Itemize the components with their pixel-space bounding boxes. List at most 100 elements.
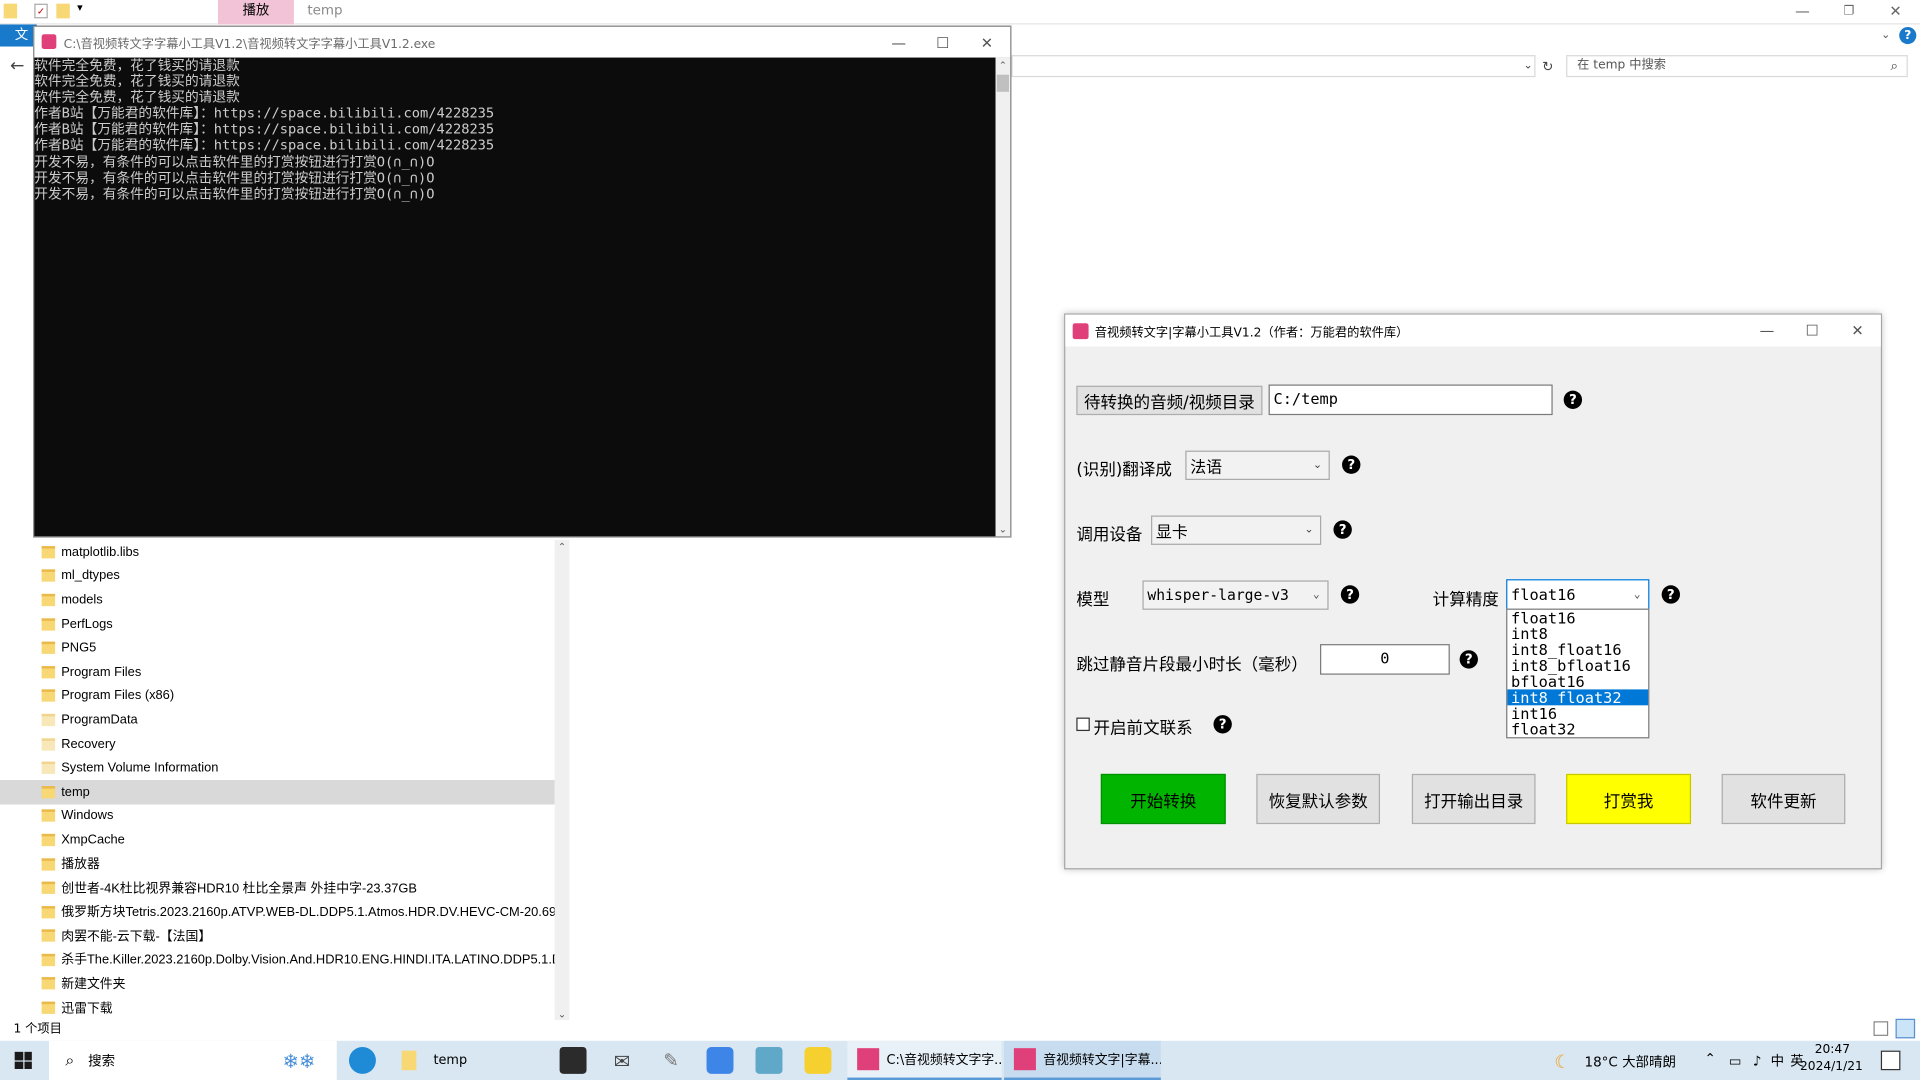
tree-item[interactable]: Program Files	[0, 660, 555, 684]
dir-select-button[interactable]: 待转换的音频/视频目录	[1076, 385, 1263, 416]
context-help-icon[interactable]: ?	[1213, 715, 1232, 734]
tree-item[interactable]: models	[0, 588, 555, 612]
app-minimize-icon[interactable]: —	[1745, 315, 1789, 347]
taskbar-search-box[interactable]: ⌕ 搜索 ❄❄	[48, 1040, 337, 1080]
tree-item[interactable]: Windows	[0, 804, 555, 828]
precision-option[interactable]: float32	[1507, 721, 1648, 737]
ime-indicator[interactable]: 中	[1771, 1051, 1784, 1071]
dir-help-icon[interactable]: ?	[1563, 390, 1583, 409]
donate-button[interactable]: 打赏我	[1566, 773, 1692, 825]
context-checkbox-label[interactable]: 开启前文联系	[1093, 714, 1192, 739]
clock-time[interactable]: 20:47	[1815, 1043, 1850, 1056]
device-combobox[interactable]: 显卡 ⌄	[1151, 515, 1322, 545]
tree-item[interactable]: PNG5	[0, 636, 555, 660]
notepad-icon[interactable]	[755, 1046, 783, 1074]
app-close-icon[interactable]: ✕	[1836, 315, 1880, 347]
precision-combobox[interactable]: float16 ⌄	[1506, 579, 1650, 610]
tree-scrollbar[interactable]: ⌃ ⌄	[554, 540, 570, 1021]
ribbon-context-tab-play[interactable]: 播放	[217, 0, 294, 25]
address-bar[interactable]	[1011, 55, 1536, 78]
notification-icon[interactable]	[1880, 1050, 1901, 1071]
ribbon-file-tab[interactable]: 文件	[0, 24, 37, 65]
explorer-minimize-icon[interactable]: —	[1790, 0, 1814, 22]
tree-item[interactable]: ProgramData	[0, 708, 555, 732]
scroll-down-icon[interactable]: ⌄	[555, 1008, 570, 1020]
clock-date[interactable]: 2024/1/21	[1800, 1060, 1863, 1073]
mail-icon[interactable]: ✉	[609, 1047, 636, 1074]
dir-input[interactable]: C:/temp	[1268, 384, 1553, 416]
device-help-icon[interactable]: ?	[1333, 520, 1352, 539]
edge-browser-icon[interactable]	[348, 1046, 376, 1074]
store-icon[interactable]	[559, 1046, 587, 1074]
windows-start-icon[interactable]	[14, 1051, 32, 1069]
tree-item[interactable]: Program Files (x86)	[0, 684, 555, 708]
refresh-icon[interactable]: ↻	[1539, 56, 1556, 76]
app-maximize-icon[interactable]: ☐	[1790, 315, 1834, 347]
scroll-up-icon[interactable]: ⌃	[555, 540, 570, 552]
precision-option[interactable]: float16	[1507, 610, 1648, 626]
volume-icon[interactable]: ♪	[1749, 1051, 1766, 1071]
open-output-button[interactable]: 打开输出目录	[1411, 773, 1536, 825]
feishu-icon[interactable]	[706, 1046, 734, 1074]
tree-item[interactable]: 杀手The.Killer.2023.2160p.Dolby.Vision.And…	[0, 948, 555, 972]
console-scroll-up-icon[interactable]: ⌃	[996, 58, 1011, 73]
player-icon[interactable]	[804, 1046, 832, 1074]
reset-defaults-button[interactable]: 恢复默认参数	[1256, 773, 1381, 825]
console-maximize-icon[interactable]: ☐	[921, 27, 965, 58]
tree-item[interactable]: 创世者-4K杜比视界兼容HDR10 杜比全景声 外挂中字-23.37GB	[0, 876, 555, 900]
precision-option[interactable]: int8_bfloat16	[1507, 658, 1648, 674]
console-scrollbar[interactable]: ⌃ ⌄	[995, 57, 1011, 537]
tree-item[interactable]: matplotlib.libs	[0, 540, 555, 564]
update-button[interactable]: 软件更新	[1721, 773, 1846, 825]
tree-item[interactable]: 迅雷下载	[0, 996, 555, 1020]
tiles-view-icon[interactable]	[1895, 1018, 1916, 1039]
explorer-close-icon[interactable]: ✕	[1883, 0, 1907, 22]
taskbar-app-tool[interactable]: 音视频转文字|字幕...	[1004, 1040, 1161, 1080]
network-icon[interactable]: ▭	[1727, 1051, 1744, 1071]
weather-text[interactable]: 18°C 大部晴朗	[1585, 1052, 1676, 1072]
tray-expand-icon[interactable]: ⌃	[1705, 1051, 1716, 1067]
precision-help-icon[interactable]: ?	[1661, 585, 1681, 604]
tree-item[interactable]: XmpCache	[0, 828, 555, 852]
tree-item[interactable]: 新建文件夹	[0, 972, 555, 996]
silence-help-icon[interactable]: ?	[1459, 650, 1478, 669]
silence-input[interactable]: 0	[1320, 644, 1450, 675]
qa-dropdown-icon[interactable]: ▾	[77, 2, 83, 14]
tree-item[interactable]: System Volume Information	[0, 756, 555, 780]
taskbar-app-explorer[interactable]: temp	[392, 1041, 544, 1080]
new-folder-icon[interactable]	[56, 3, 70, 19]
explorer-restore-icon[interactable]: ❐	[1837, 0, 1861, 22]
details-view-icon[interactable]	[1873, 1021, 1889, 1036]
tree-item[interactable]: 俄罗斯方块Tetris.2023.2160p.ATVP.WEB-DL.DDP5.…	[0, 900, 555, 924]
tree-item[interactable]: ml_dtypes	[0, 564, 555, 588]
properties-icon[interactable]: ✓	[34, 3, 48, 19]
help-icon[interactable]: ?	[1899, 26, 1917, 45]
precision-option[interactable]: int8	[1507, 626, 1648, 642]
console-scroll-thumb[interactable]	[996, 74, 1009, 92]
tree-item[interactable]: temp	[0, 779, 555, 804]
console-close-icon[interactable]: ✕	[965, 27, 1009, 58]
model-combobox[interactable]: whisper-large-v3 ⌄	[1142, 580, 1329, 610]
precision-option[interactable]: bfloat16	[1507, 673, 1648, 689]
back-arrow-icon[interactable]: ←	[7, 56, 27, 76]
search-input[interactable]: 在 temp 中搜索	[1566, 55, 1908, 78]
tree-item[interactable]: 播放器	[0, 852, 555, 876]
taskbar-app-console[interactable]: C:\音视频转文字字...	[847, 1040, 1002, 1080]
console-scroll-down-icon[interactable]: ⌄	[996, 522, 1011, 537]
quick-access-folder-icon[interactable]	[3, 3, 18, 19]
precision-option[interactable]: int16	[1507, 705, 1648, 721]
precision-option[interactable]: int8_float16	[1507, 642, 1648, 658]
tree-item[interactable]: Recovery	[0, 732, 555, 756]
translate-help-icon[interactable]: ?	[1342, 455, 1361, 474]
paint-icon[interactable]: ✎	[658, 1047, 685, 1074]
context-checkbox[interactable]	[1076, 717, 1090, 732]
tree-item[interactable]: PerfLogs	[0, 612, 555, 636]
tree-item[interactable]: 肉罢不能-云下载-【法国】	[0, 924, 555, 948]
console-minimize-icon[interactable]: —	[877, 27, 921, 58]
precision-option[interactable]: int8_float32	[1507, 689, 1649, 706]
translate-combobox[interactable]: 法语 ⌄	[1185, 450, 1330, 481]
address-dropdown-icon[interactable]: ⌄	[1520, 56, 1537, 76]
model-help-icon[interactable]: ?	[1340, 585, 1360, 604]
start-convert-button[interactable]: 开始转换	[1100, 773, 1226, 825]
ribbon-expand-icon[interactable]: ⌄	[1877, 27, 1894, 44]
